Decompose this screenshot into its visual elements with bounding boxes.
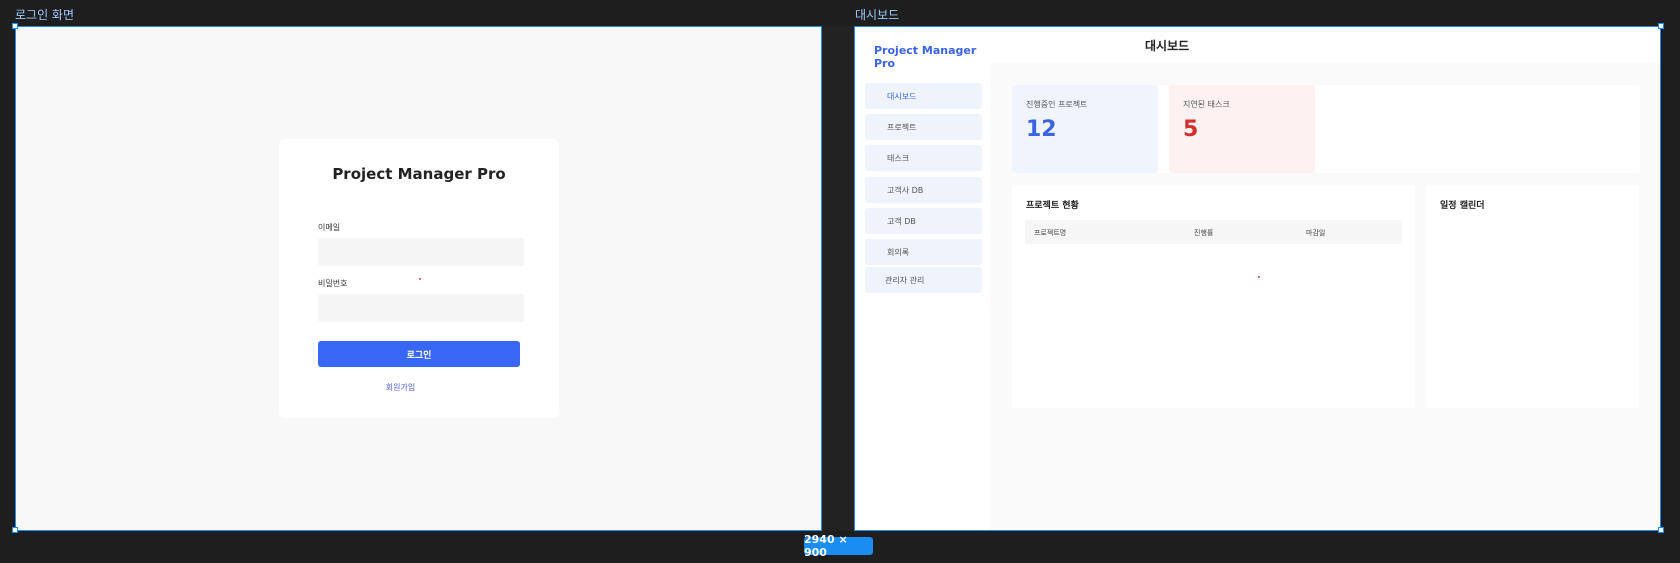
login-frame-label[interactable]: 로그인 화면 — [15, 6, 74, 23]
sidebar-brand: Project Manager Pro — [874, 44, 977, 70]
sidebar-item-meeting-notes[interactable]: 회의록 — [865, 239, 982, 265]
column-header-deadline[interactable]: 마감일 — [1306, 228, 1325, 238]
dashboard-frame[interactable]: Project Manager Pro 대시보드 프로젝트 태스크 고객사 DB… — [854, 26, 1661, 531]
login-title: Project Manager Pro — [332, 165, 506, 183]
login-button[interactable]: 로그인 — [318, 341, 520, 367]
email-field[interactable] — [318, 238, 524, 266]
stats-panel: 진행중인 프로젝트 12 지연된 태스크 5 — [1012, 85, 1640, 173]
stat-label: 진행중인 프로젝트 — [1026, 100, 1088, 109]
marker-dot — [419, 278, 421, 280]
password-field[interactable] — [318, 294, 524, 322]
stat-value: 12 — [1026, 117, 1057, 142]
resize-handle-top-right[interactable] — [1658, 23, 1664, 29]
stat-card-delayed-tasks[interactable]: 지연된 태스크 5 — [1169, 85, 1315, 173]
panel-title: 일정 캘린더 — [1440, 201, 1485, 211]
sidebar-item-tasks[interactable]: 태스크 — [865, 145, 982, 171]
table-header: 프로젝트명 진행률 마감일 — [1025, 220, 1402, 244]
panel-title: 프로젝트 현황 — [1026, 201, 1079, 211]
login-frame[interactable]: Project Manager Pro 이메일 비밀번호 로그인 회원가입 — [15, 26, 822, 531]
calendar-panel: 일정 캘린더 — [1426, 185, 1639, 408]
sidebar-item-projects[interactable]: 프로젝트 — [865, 114, 982, 140]
sidebar-item-dashboard[interactable]: 대시보드 — [865, 83, 982, 109]
stat-label: 지연된 태스크 — [1183, 100, 1230, 109]
resize-handle-top-left[interactable] — [12, 23, 18, 29]
stat-value: 5 — [1183, 117, 1199, 142]
resize-handle-bottom-right[interactable] — [1658, 527, 1664, 533]
email-label: 이메일 — [318, 223, 341, 232]
page-title: 대시보드 — [1145, 39, 1190, 53]
login-card: Project Manager Pro 이메일 비밀번호 로그인 회원가입 — [279, 139, 559, 418]
sidebar-item-clients[interactable]: 고객 DB — [865, 208, 982, 234]
selection-size-badge: 2940 × 900 — [804, 533, 873, 559]
frame-gap — [822, 26, 854, 531]
column-header-project-name[interactable]: 프로젝트명 — [1034, 228, 1066, 238]
resize-handle-bottom-left[interactable] — [12, 527, 18, 533]
stat-card-active-projects[interactable]: 진행중인 프로젝트 12 — [1012, 85, 1158, 173]
sidebar-item-admin[interactable]: 관리자 관리 — [865, 267, 982, 293]
sidebar: Project Manager Pro 대시보드 프로젝트 태스크 고객사 DB… — [855, 27, 990, 530]
marker-dot — [1258, 276, 1260, 278]
password-label: 비밀번호 — [318, 279, 348, 288]
column-header-progress[interactable]: 진행률 — [1194, 228, 1213, 238]
project-status-panel: 프로젝트 현황 프로젝트명 진행률 마감일 — [1012, 185, 1415, 408]
signup-link[interactable]: 회원가입 — [279, 382, 522, 393]
dashboard-frame-label[interactable]: 대시보드 — [855, 6, 899, 23]
sidebar-item-client-companies[interactable]: 고객사 DB — [865, 177, 982, 203]
topbar: 대시보드 — [990, 27, 1660, 63]
